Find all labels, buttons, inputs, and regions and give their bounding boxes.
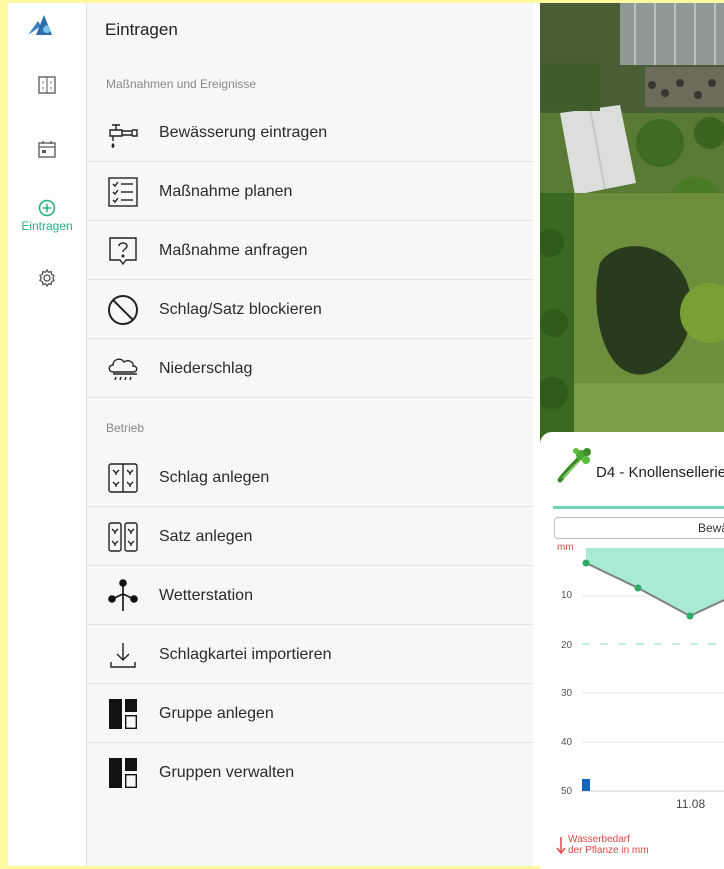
group-add-icon [103, 694, 143, 734]
menu-item-weather-station[interactable]: Wetterstation [87, 567, 533, 625]
faucet-icon [103, 113, 143, 153]
legend-line-2: der Pflanze in mm [568, 845, 649, 856]
beds-icon: ʏ ʏ ʏ ʏ [38, 76, 56, 94]
import-icon [103, 635, 143, 675]
menu-item-import[interactable]: Schlagkartei importieren [87, 626, 533, 684]
weather-station-icon [103, 576, 143, 616]
plot-icon [103, 458, 143, 498]
menu-item-weather-station-label: Wetterstation [159, 586, 253, 604]
menu-item-precipitation[interactable]: Niederschlag [87, 340, 533, 398]
navigation-rail: ʏ ʏ ʏ ʏ Eintragen [8, 3, 87, 866]
chart-legend: Wasserbedarf der Pflanze in mm [556, 834, 676, 856]
menu-item-create-set[interactable]: Satz anlegen [87, 508, 533, 566]
rail-item-settings[interactable] [8, 268, 86, 288]
menu-item-request-measure[interactable]: Maßnahme anfragen [87, 222, 533, 280]
rail-item-add-label: Eintragen [21, 219, 73, 233]
menu-item-plan-measure-label: Maßnahme planen [159, 182, 293, 200]
menu-item-create-set-label: Satz anlegen [159, 527, 253, 545]
menu-item-irrigation-label: Bewässerung eintragen [159, 123, 328, 141]
menu-item-block-plot[interactable]: Schlag/Satz blockieren [87, 281, 533, 339]
calendar-icon [38, 141, 56, 158]
rain-cloud-icon [103, 349, 143, 389]
satellite-map[interactable] [540, 3, 724, 443]
checklist-icon [103, 172, 143, 212]
group-manage-icon [103, 753, 143, 793]
rail-item-beds[interactable]: ʏ ʏ ʏ ʏ [8, 75, 86, 95]
data-point [582, 559, 590, 567]
left-frame-strip [0, 0, 8, 869]
precipitation-bar [582, 779, 590, 791]
menu-item-plan-measure[interactable]: Maßnahme planen [87, 163, 533, 221]
menu-item-irrigation[interactable]: Bewässerung eintragen [87, 104, 533, 162]
svg-text:ʏ: ʏ [42, 86, 45, 92]
menu-item-block-plot-label: Schlag/Satz blockieren [159, 300, 322, 318]
menu-item-import-label: Schlagkartei importieren [159, 645, 332, 663]
add-circle-icon [38, 199, 56, 217]
set-icon [103, 517, 143, 557]
plot-detail-card[interactable]: D4 - Knollensellerie Bewässerung mm 10 2… [540, 432, 724, 869]
chart-x-label: 11.08 [676, 797, 706, 811]
rail-item-add[interactable]: Eintragen [8, 199, 86, 233]
menu-item-create-plot-label: Schlag anlegen [159, 468, 270, 486]
entry-panel: Eintragen Maßnahmen und Ereignisse Bewäs… [87, 3, 533, 866]
data-point [686, 612, 694, 620]
data-point [634, 584, 642, 592]
block-icon [103, 290, 143, 330]
menu-item-manage-groups[interactable]: Gruppen verwalten [87, 744, 533, 802]
menu-item-create-group[interactable]: Gruppe anlegen [87, 685, 533, 743]
menu-item-precipitation-label: Niederschlag [159, 359, 253, 377]
section-header-operation: Betrieb [106, 421, 145, 435]
question-box-icon [103, 231, 143, 271]
svg-text:ʏ: ʏ [50, 86, 53, 92]
legend-line-1: Wasserbedarf [568, 834, 630, 845]
panel-title: Eintragen [105, 20, 178, 39]
section-header-measures: Maßnahmen und Ereignisse [106, 77, 257, 91]
rail-item-calendar[interactable] [8, 139, 86, 159]
menu-item-manage-groups-label: Gruppen verwalten [159, 764, 295, 781]
gear-icon [39, 268, 55, 288]
app-logo-icon[interactable] [26, 13, 54, 37]
water-deficit-area [586, 548, 724, 616]
menu-item-request-measure-label: Maßnahme anfragen [159, 241, 308, 259]
menu-item-create-plot[interactable]: Schlag anlegen [87, 449, 533, 507]
arrow-down-icon [556, 837, 566, 854]
menu-item-create-group-label: Gruppe anlegen [159, 704, 274, 722]
